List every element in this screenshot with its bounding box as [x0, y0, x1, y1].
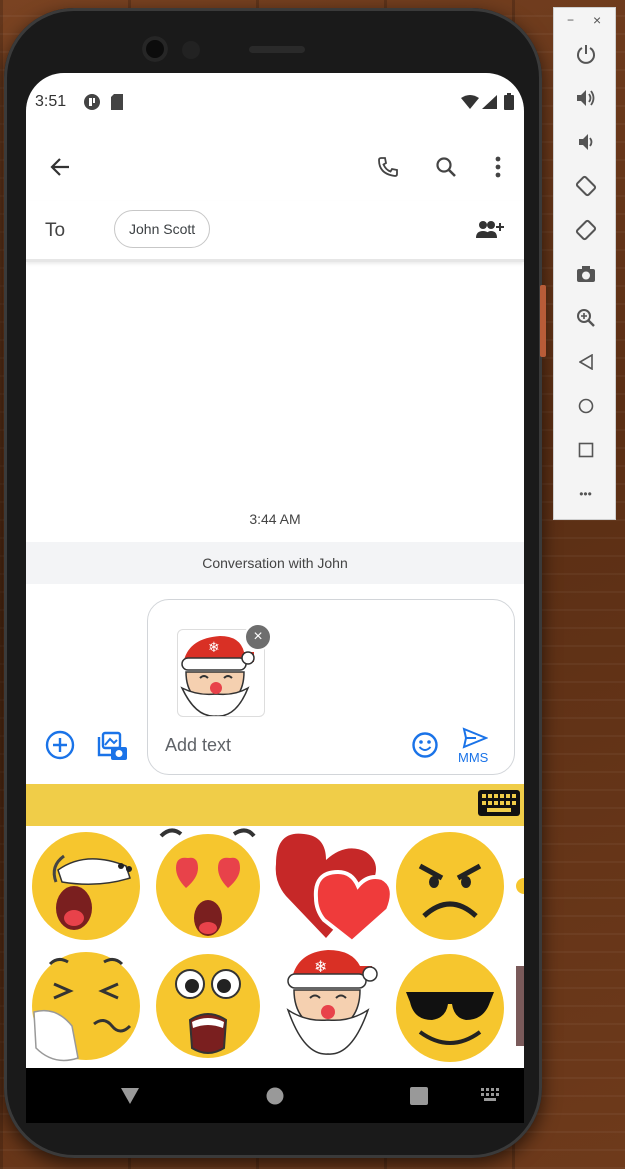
send-mms-label: MMS — [458, 750, 489, 765]
volume-down-icon[interactable] — [554, 124, 617, 160]
sticker-sunglasses-face[interactable] — [396, 954, 504, 1062]
navigation-bar — [26, 1068, 524, 1123]
more-vert-icon[interactable] — [482, 151, 514, 183]
home-icon[interactable] — [554, 388, 617, 424]
back-icon[interactable] — [554, 344, 617, 380]
send-icon[interactable] — [462, 726, 488, 750]
home-circle-icon[interactable] — [263, 1084, 287, 1108]
volume-up-icon[interactable] — [554, 80, 617, 116]
signal-icon — [482, 95, 497, 114]
earpiece-speaker — [249, 46, 305, 53]
gallery-camera-icon[interactable] — [95, 729, 129, 763]
status-time: 3:51 — [35, 93, 67, 110]
status-bar: 3:51 — [26, 73, 524, 131]
remove-attachment-button[interactable]: × — [244, 623, 272, 651]
message-timestamp: 3:44 AM — [249, 511, 301, 527]
back-triangle-icon[interactable] — [118, 1084, 142, 1108]
recipients-row: To John Scott — [26, 201, 524, 262]
rotate-left-icon[interactable] — [554, 168, 617, 204]
recents-square-icon[interactable] — [407, 1084, 431, 1108]
camera-icon[interactable] — [554, 256, 617, 292]
sd-card-icon — [110, 93, 124, 116]
sticker-heart-eyes-face[interactable] — [156, 828, 260, 938]
close-button[interactable]: × — [593, 12, 601, 28]
rotate-right-icon[interactable] — [554, 212, 617, 248]
app-bar — [26, 131, 524, 201]
add-circle-icon[interactable] — [44, 729, 76, 761]
svg-text:❄: ❄ — [314, 957, 327, 976]
wifi-icon — [461, 95, 479, 114]
phone-screen: 3:51 To John Scott 3:44 AM Conversation … — [26, 73, 524, 1123]
power-side-button — [540, 285, 546, 357]
more-icon[interactable]: ••• — [554, 476, 617, 512]
sticker-sneezing-face[interactable] — [32, 952, 140, 1062]
sticker-angry-face[interactable] — [396, 832, 504, 940]
minimize-button[interactable]: − — [567, 13, 574, 27]
sticker-shocked-face[interactable] — [156, 954, 260, 1058]
svg-text:❄: ❄ — [208, 640, 220, 656]
emoji-icon[interactable] — [411, 730, 439, 760]
conversation-banner: Conversation with John — [26, 542, 524, 584]
close-icon: × — [253, 628, 263, 645]
message-input[interactable]: Add text — [165, 735, 231, 756]
keyboard-switch-icon[interactable] — [480, 1086, 502, 1104]
sticker-santa-face[interactable]: ❄ — [286, 950, 378, 1055]
emulator-control-panel: − × ••• — [553, 7, 616, 520]
power-icon[interactable] — [554, 36, 617, 72]
recipient-chip[interactable]: John Scott — [114, 210, 211, 248]
message-composer: ❄ × Add text MMS — [147, 599, 515, 775]
add-person-icon[interactable] — [474, 217, 506, 243]
to-label: To — [45, 220, 66, 241]
front-camera — [142, 36, 168, 62]
sticker-red-hearts[interactable] — [275, 833, 394, 945]
back-arrow-icon[interactable] — [44, 151, 76, 183]
sticker-keyboard-bar — [26, 784, 524, 826]
keyboard-icon[interactable] — [476, 787, 522, 819]
phone-icon[interactable] — [372, 151, 404, 183]
battery-icon — [504, 93, 514, 115]
proximity-sensor — [182, 41, 200, 59]
zoom-icon[interactable] — [554, 300, 617, 336]
sticker-yawning-face[interactable] — [32, 832, 140, 940]
search-icon[interactable] — [430, 151, 462, 183]
sticker-grid: ❄ — [26, 826, 524, 1068]
app-notification-icon — [83, 93, 101, 116]
conversation-banner-text: Conversation with John — [202, 555, 348, 571]
overview-icon[interactable] — [554, 432, 617, 468]
